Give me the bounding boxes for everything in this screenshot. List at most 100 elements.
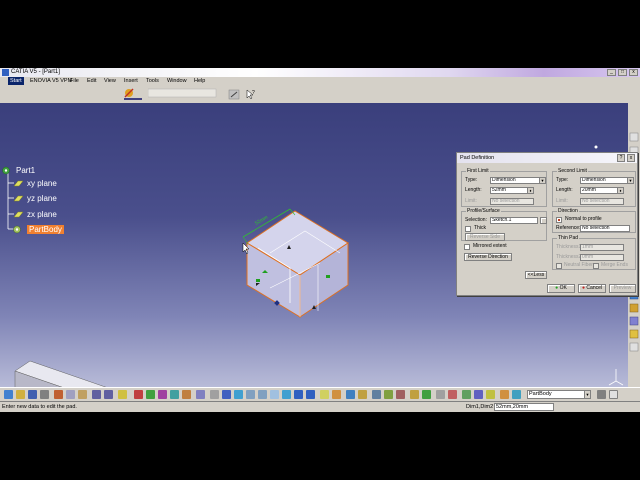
print-icon[interactable] (40, 390, 49, 399)
fly-icon[interactable] (196, 390, 205, 399)
thickness1-field[interactable]: 1mm (580, 244, 624, 251)
sketch-button[interactable] (540, 217, 547, 224)
second-type-combo[interactable]: Dimension ▼ (580, 177, 634, 184)
body-combo[interactable]: PartBody ▼ (527, 390, 591, 399)
normal-to-profile-checkbox[interactable] (556, 217, 562, 223)
thick-checkbox[interactable] (465, 226, 471, 232)
chevron-down-icon[interactable]: ▼ (584, 391, 590, 398)
work-object-icon[interactable] (512, 390, 521, 399)
formula-icon[interactable] (410, 390, 419, 399)
menu-edit[interactable]: Edit (87, 77, 96, 85)
material-icon[interactable] (170, 390, 179, 399)
options-icon[interactable] (597, 390, 606, 399)
catalog-icon[interactable] (182, 390, 191, 399)
geometrical-set-icon[interactable] (474, 390, 483, 399)
reference-field[interactable]: No selection (580, 225, 630, 232)
boolean-icon[interactable] (486, 390, 495, 399)
first-type-combo[interactable]: Dimension ▼ (490, 177, 546, 184)
compass-tool-icon[interactable] (228, 88, 241, 101)
menu-enovia[interactable]: ENOVIA V5 VPM (30, 77, 72, 85)
dialog-help-button[interactable]: ? (617, 154, 625, 162)
menu-tools[interactable]: Tools (146, 77, 159, 85)
menu-window[interactable]: Window (167, 77, 187, 85)
tree-node-zx-plane[interactable]: zx plane (13, 210, 57, 219)
whats-this-icon[interactable] (118, 390, 127, 399)
measure-icon[interactable] (146, 390, 155, 399)
help-pointer-icon[interactable]: ? (244, 88, 257, 101)
merge-ends-checkbox[interactable] (593, 263, 599, 269)
compass-reset-icon[interactable] (448, 390, 457, 399)
tree-node-xy-plane[interactable]: xy plane (13, 179, 57, 188)
3d-axis-icon[interactable] (436, 390, 445, 399)
reverse-direction-button[interactable]: Reverse Direction (464, 253, 512, 261)
chevron-down-icon[interactable]: ▼ (627, 178, 633, 183)
second-length-field[interactable]: 20mm ♦ (580, 187, 624, 194)
reverse-side-button[interactable]: Reverse Side (465, 233, 505, 241)
menu-insert[interactable]: Insert (124, 77, 138, 85)
define-in-work-icon[interactable] (500, 390, 509, 399)
tree-node-yz-plane[interactable]: yz plane (13, 194, 57, 203)
normal-view-icon[interactable] (270, 390, 279, 399)
zoom-in-icon[interactable] (246, 390, 255, 399)
constraint-icon[interactable] (396, 390, 405, 399)
mirrored-extent-checkbox[interactable] (464, 244, 470, 250)
close-doc-icon[interactable] (609, 390, 618, 399)
less-button[interactable]: <<Less (525, 271, 547, 279)
tool-icon-7 (629, 303, 639, 313)
selection-field[interactable]: Sketch.1 (490, 217, 538, 224)
tree-node-part1[interactable]: Part1 (2, 166, 35, 175)
iso-view-icon[interactable] (294, 390, 303, 399)
preview-button[interactable]: Preview (609, 284, 636, 293)
tree-node-partbody[interactable]: PartBody (13, 225, 64, 234)
ok-button[interactable]: ● OK (547, 284, 575, 293)
enovia-logo-icon[interactable] (122, 87, 144, 101)
swap-space-icon[interactable] (332, 390, 341, 399)
multi-view-icon[interactable] (282, 390, 291, 399)
second-type-value: Dimension (582, 177, 606, 183)
spinner-icon[interactable]: ♦ (527, 188, 533, 193)
second-limit-field[interactable]: No selection (580, 198, 624, 205)
dialog-title-bar[interactable]: Pad Definition ? x (457, 153, 637, 163)
menu-view[interactable]: View (104, 77, 116, 85)
chevron-down-icon[interactable]: ▼ (539, 178, 545, 183)
cancel-button[interactable]: ● Cancel (578, 284, 606, 293)
fit-all-icon[interactable] (210, 390, 219, 399)
undo-icon[interactable] (92, 390, 101, 399)
rotate-icon[interactable] (234, 390, 243, 399)
maximize-button[interactable]: □ (618, 69, 627, 76)
menu-start[interactable]: Start (8, 77, 24, 85)
first-length-field[interactable]: 52mm ♦ (490, 187, 534, 194)
neutral-fiber-checkbox[interactable] (556, 263, 562, 269)
paste-icon[interactable] (78, 390, 87, 399)
close-button[interactable]: x (629, 69, 638, 76)
cut-icon[interactable] (54, 390, 63, 399)
new-icon[interactable] (4, 390, 13, 399)
dialog-close-button[interactable]: x (627, 154, 635, 162)
dimension-label[interactable]: 52mm (254, 215, 269, 227)
grid-icon[interactable] (372, 390, 381, 399)
minimize-button[interactable]: _ (607, 69, 616, 76)
hide-show-icon[interactable] (320, 390, 329, 399)
pan-icon[interactable] (222, 390, 231, 399)
material-lib-icon[interactable] (358, 390, 367, 399)
sketcher-icon[interactable] (134, 390, 143, 399)
copy-icon[interactable] (66, 390, 75, 399)
save-icon[interactable] (28, 390, 37, 399)
render-icon[interactable] (346, 390, 355, 399)
analysis-icon[interactable] (158, 390, 167, 399)
open-icon[interactable] (16, 390, 25, 399)
zoom-out-icon[interactable] (258, 390, 267, 399)
menu-help[interactable]: Help (194, 77, 205, 85)
top-toolbar: ? (120, 85, 260, 103)
menu-file[interactable]: File (70, 77, 79, 85)
shading-icon[interactable] (306, 390, 315, 399)
knowledge-icon[interactable] (422, 390, 431, 399)
first-limit-field[interactable]: No selection (490, 198, 534, 205)
spinner-icon[interactable]: ♦ (617, 188, 623, 193)
snap-icon[interactable] (384, 390, 393, 399)
dimension-input-field[interactable]: 52mm,20mm (494, 403, 554, 411)
padded-cube[interactable]: 52mm (242, 208, 349, 318)
redo-icon[interactable] (104, 390, 113, 399)
thickness2-field[interactable]: 0mm (580, 254, 624, 261)
body-icon[interactable] (462, 390, 471, 399)
